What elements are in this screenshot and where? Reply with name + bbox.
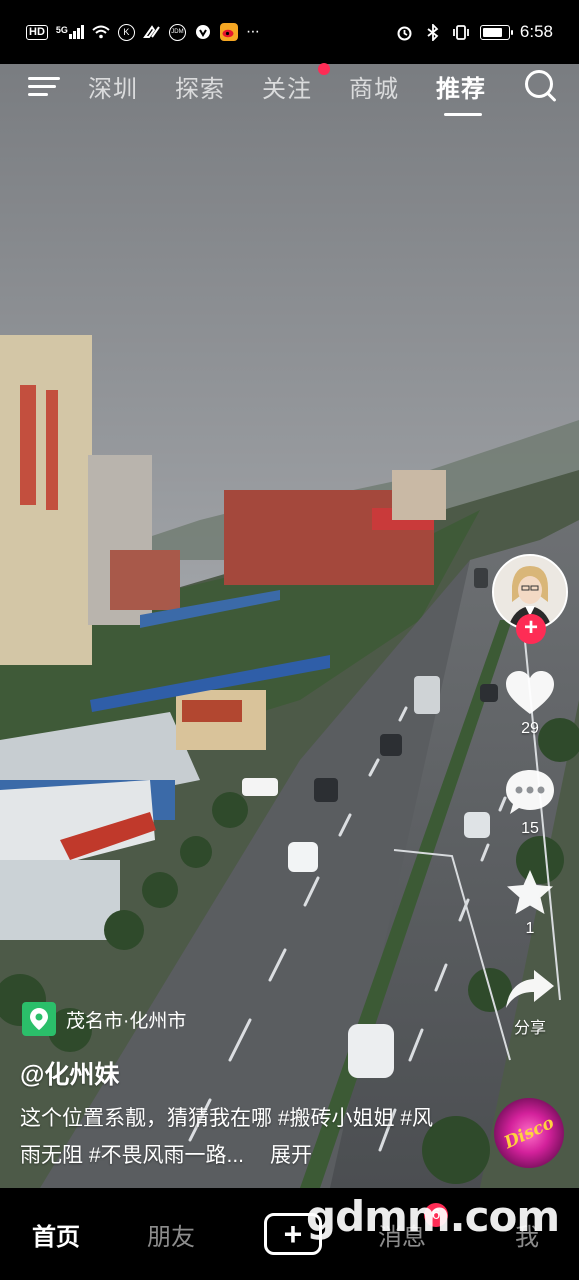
- comment-count: 15: [521, 820, 539, 837]
- heart-icon: [506, 671, 554, 714]
- shield-icon: [194, 23, 212, 41]
- nav-friends[interactable]: 朋友: [147, 1217, 262, 1252]
- tab-label: 推荐: [436, 75, 486, 103]
- favorite-button[interactable]: 1: [505, 868, 555, 938]
- tab-label: 深圳: [88, 75, 138, 103]
- location-pin-icon: [22, 1002, 56, 1036]
- comment-icon: [506, 770, 554, 814]
- tab-following[interactable]: 关注: [262, 62, 349, 104]
- clock: 6:58: [519, 22, 553, 41]
- tab-label: 关注: [262, 75, 312, 103]
- signal-icon: 5G: [56, 25, 84, 39]
- more-status-icons: ···: [245, 23, 260, 40]
- tab-label: 探索: [175, 75, 225, 103]
- author-avatar-wrap[interactable]: +: [492, 554, 568, 644]
- music-disc[interactable]: Disco: [494, 1098, 564, 1168]
- tab-explore[interactable]: 探索: [175, 69, 262, 104]
- tab-recommend[interactable]: 推荐: [436, 69, 523, 116]
- alarm-icon: [396, 23, 414, 41]
- like-button[interactable]: 29: [504, 670, 556, 738]
- status-bar: HD 5G K JDM ··· 6:58: [0, 0, 579, 64]
- bluetooth-icon: [424, 23, 442, 41]
- music-disc-label: Disco: [500, 1112, 558, 1154]
- jdm-icon: JDM: [168, 23, 186, 41]
- notification-dot: [318, 62, 330, 75]
- signal-label: 5G: [55, 25, 68, 35]
- link-icon: [142, 23, 161, 41]
- share-button[interactable]: 分享: [504, 968, 556, 1038]
- k-circle-icon: K: [117, 23, 135, 41]
- wifi-icon: [92, 23, 110, 41]
- favorite-count: 1: [525, 920, 535, 937]
- menu-icon[interactable]: [28, 73, 62, 99]
- location-text: 茂名市·化州市: [66, 1010, 187, 1032]
- author-name[interactable]: @化州妹: [20, 1055, 119, 1091]
- nav-friends-label: 朋友: [147, 1223, 195, 1251]
- star-icon: [507, 870, 553, 914]
- share-arrow-icon: [506, 970, 554, 1008]
- battery-icon: [479, 24, 513, 40]
- hd-badge: HD: [26, 24, 48, 40]
- nav-home[interactable]: 首页: [32, 1217, 147, 1252]
- comment-button[interactable]: 15: [504, 768, 556, 838]
- tab-mall[interactable]: 商城: [349, 69, 436, 104]
- location-tag[interactable]: 茂名市·化州市: [22, 1002, 186, 1036]
- search-icon[interactable]: [523, 68, 559, 104]
- follow-button[interactable]: +: [516, 614, 546, 644]
- nav-tabs: 深圳 探索 关注 商城 推荐: [88, 62, 523, 116]
- top-nav: 深圳 探索 关注 商城 推荐: [0, 58, 579, 116]
- share-label: 分享: [513, 1020, 546, 1037]
- video-description[interactable]: 这个位置系靓，猜猜我在哪 #搬砖小姐姐 #风雨无阻 #不畏风雨一路... 展开: [20, 1100, 440, 1174]
- vibrate-icon: [452, 23, 470, 41]
- status-left: HD 5G K JDM ···: [26, 23, 396, 41]
- action-column: + 29 15 1 分享: [488, 554, 572, 1038]
- weibo-icon: [219, 23, 238, 41]
- nav-home-label: 首页: [32, 1223, 80, 1251]
- description-text: 这个位置系靓，猜猜我在哪 #搬砖小姐姐 #风雨无阻 #不畏风雨一路...: [20, 1107, 434, 1167]
- expand-link[interactable]: 展开: [270, 1144, 312, 1167]
- tab-shenzhen[interactable]: 深圳: [88, 69, 175, 104]
- plus-icon: +: [283, 1215, 303, 1252]
- watermark: gdmm.com: [306, 1192, 560, 1241]
- battery-fill: [482, 27, 503, 37]
- status-right: 6:58: [396, 22, 553, 42]
- tab-label: 商城: [349, 75, 399, 103]
- like-count: 29: [521, 720, 539, 737]
